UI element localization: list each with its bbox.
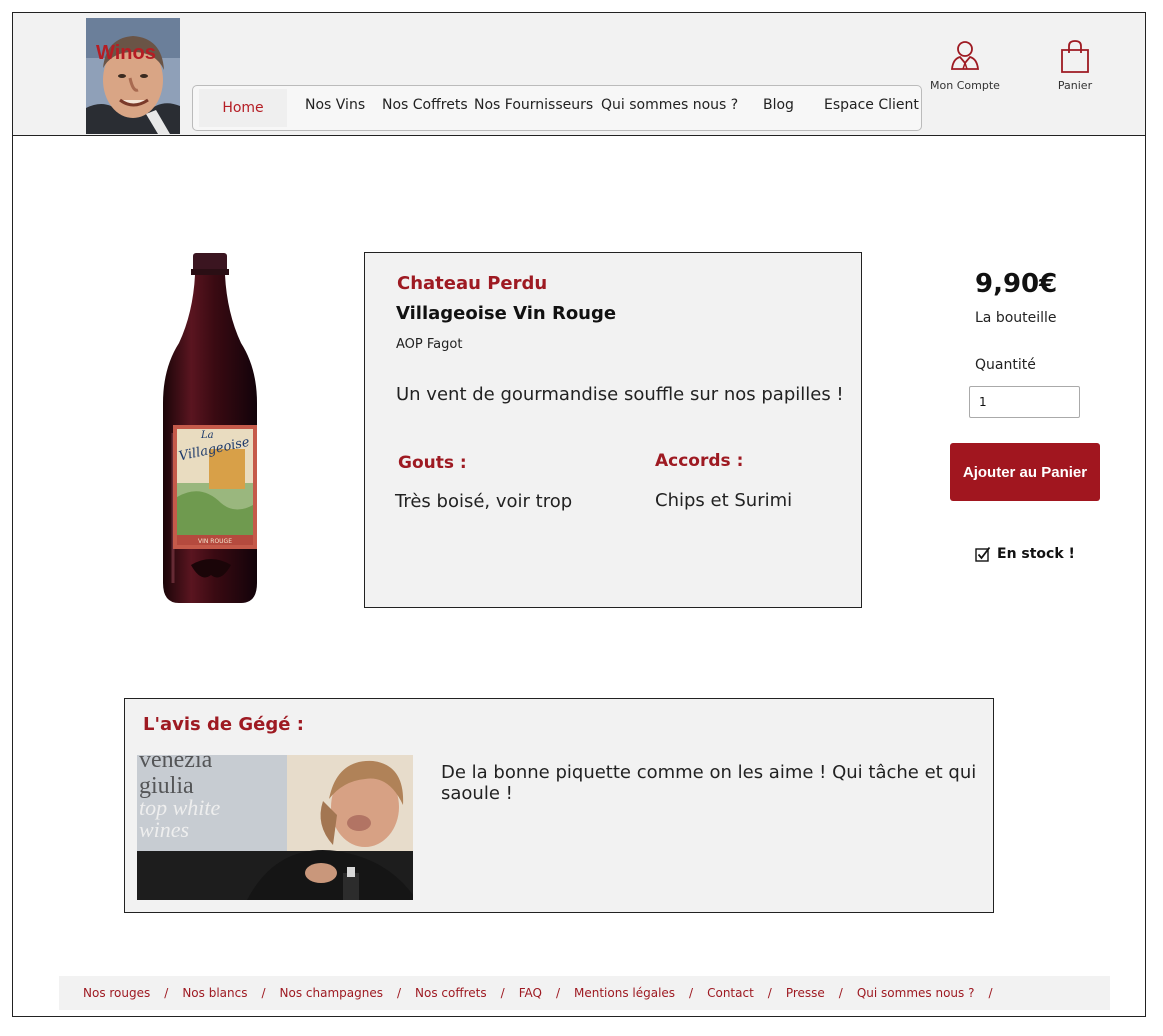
nav-espace-client[interactable]: Espace Client (824, 97, 919, 113)
product-price: 9,90€ (975, 269, 1058, 299)
footer-separator: / (838, 986, 843, 1000)
nav-nos-coffrets[interactable]: Nos Coffrets (382, 97, 468, 113)
product-tagline: Un vent de gourmandise souffle sur nos p… (396, 384, 844, 405)
footer-separator: / (988, 986, 993, 1000)
footer-separator: / (396, 986, 402, 1000)
stock-status: En stock ! (975, 546, 1075, 562)
nav-nos-fournisseurs[interactable]: Nos Fournisseurs (474, 97, 593, 113)
footer-link-nos-champagnes[interactable]: Nos champagnes (280, 986, 383, 1000)
add-to-cart-button[interactable]: Ajouter au Panier (950, 443, 1100, 501)
site-logo[interactable]: Winos (86, 18, 180, 134)
product-bottle-image: Villageoise La VIN ROUGE (161, 253, 261, 605)
footer-separator: / (555, 986, 560, 1000)
site-footer: Nos rouges / Nos blancs / Nos champagnes / … (59, 976, 1110, 1010)
photo-bg-text-1: venezia (139, 755, 213, 773)
footer-separator: / (261, 986, 266, 1000)
review-text: De la bonne piquette comme on les aime !… (441, 762, 977, 804)
footer-link-faq[interactable]: FAQ (519, 986, 542, 1000)
account-label: Mon Compte (930, 79, 1000, 92)
quantity-input[interactable] (969, 386, 1080, 418)
stock-label: En stock ! (997, 546, 1075, 562)
review-photo: venezia giulia top white wines (137, 755, 413, 900)
review-panel: L'avis de Gégé : venezia giulia top whit… (124, 698, 994, 913)
nav-nos-vins[interactable]: Nos Vins (305, 97, 365, 113)
footer-link-mentions-legales[interactable]: Mentions légales (574, 986, 675, 1000)
nav-qui-sommes-nous[interactable]: Qui sommes nous ? (601, 97, 738, 113)
accords-heading: Accords : (655, 451, 744, 471)
checkbox-checked-icon (975, 546, 991, 562)
product-appellation: AOP Fagot (396, 337, 463, 352)
footer-link-nos-rouges[interactable]: Nos rouges (83, 986, 150, 1000)
accords-value: Chips et Surimi (655, 490, 793, 511)
cart-label: Panier (1057, 79, 1093, 92)
review-title: L'avis de Gégé : (143, 714, 304, 735)
gouts-heading: Gouts : (398, 453, 467, 473)
footer-link-nos-coffrets[interactable]: Nos coffrets (415, 986, 487, 1000)
account-button[interactable]: Mon Compte (929, 39, 1001, 92)
shopping-bag-icon (1061, 40, 1089, 73)
footer-separator: / (767, 986, 772, 1000)
site-header: Winos Home Nos Vins Nos Coffrets Nos Fou… (13, 13, 1145, 136)
svg-text:VIN ROUGE: VIN ROUGE (198, 538, 232, 545)
product-info-panel: Chateau Perdu Villageoise Vin Rouge AOP … (364, 252, 862, 608)
nav-home[interactable]: Home (199, 89, 287, 127)
product-name: Villageoise Vin Rouge (396, 303, 617, 324)
price-unit: La bouteille (975, 310, 1057, 326)
nav-blog[interactable]: Blog (763, 97, 794, 113)
footer-separator: / (500, 986, 505, 1000)
gouts-value: Très boisé, voir trop (395, 491, 573, 512)
footer-link-contact[interactable]: Contact (707, 986, 754, 1000)
logo-portrait-image (86, 18, 180, 134)
footer-link-qui-sommes-nous[interactable]: Qui sommes nous ? (857, 986, 975, 1000)
main-nav: Home Nos Vins Nos Coffrets Nos Fournisse… (192, 85, 922, 131)
cart-button[interactable]: Panier (1043, 39, 1107, 92)
quantity-label: Quantité (975, 357, 1036, 373)
photo-bg-text-4: wines (139, 817, 189, 842)
footer-separator: / (689, 986, 694, 1000)
product-producer[interactable]: Chateau Perdu (397, 273, 547, 294)
footer-link-nos-blancs[interactable]: Nos blancs (182, 986, 247, 1000)
user-icon (951, 41, 979, 70)
page-frame: Winos Home Nos Vins Nos Coffrets Nos Fou… (12, 12, 1146, 1017)
logo-text: Winos (96, 42, 156, 64)
svg-text:La: La (200, 430, 214, 441)
footer-separator: / (164, 986, 169, 1000)
footer-link-presse[interactable]: Presse (786, 986, 825, 1000)
